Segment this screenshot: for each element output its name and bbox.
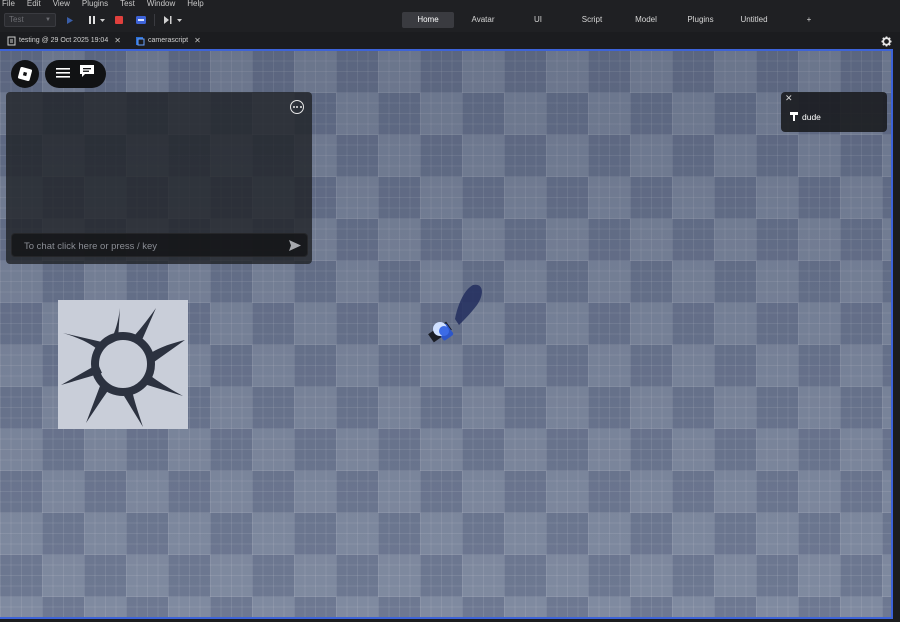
menu-edit[interactable]: Edit <box>25 0 41 8</box>
script-icon <box>136 36 145 45</box>
monitor-icon <box>136 16 146 24</box>
toolbar-divider <box>154 14 155 26</box>
step-button[interactable] <box>160 14 184 26</box>
doc-tab-script[interactable]: camerascript ✕ <box>135 34 201 47</box>
tab-plugins[interactable]: Plugins <box>672 12 729 28</box>
close-icon[interactable]: ✕ <box>194 36 201 45</box>
stop-icon <box>115 16 123 24</box>
more-options-icon[interactable] <box>290 100 304 114</box>
player-list: ✕ dude <box>781 92 887 132</box>
add-tab-button[interactable]: + <box>779 12 839 28</box>
roblox-menu-button[interactable] <box>11 60 39 88</box>
toolbar: Test ▼ Home Avatar UI Script Model Plugi… <box>0 9 900 32</box>
screen-button[interactable] <box>134 14 148 26</box>
chat-toggle-button[interactable] <box>79 64 95 84</box>
roblox-logo-icon <box>17 66 33 82</box>
menu-window[interactable]: Window <box>145 0 175 8</box>
sun-emblem-icon <box>61 308 185 427</box>
pause-button[interactable] <box>85 14 107 26</box>
step-icon <box>164 16 182 24</box>
document-tabs: testing @ 29 Oct 2025 19:04 ✕ camerascri… <box>0 32 900 48</box>
tab-script[interactable]: Script <box>564 12 620 28</box>
ribbon-tabs: Home Avatar UI Script Model Plugins Unti… <box>402 12 839 28</box>
pause-icon <box>89 16 105 24</box>
tab-untitled[interactable]: Untitled <box>729 12 779 28</box>
player-name: dude <box>802 111 821 122</box>
chat-input[interactable]: To chat click here or press / key <box>11 233 308 257</box>
player-row[interactable]: dude <box>789 111 821 122</box>
test-mode-value: Test <box>9 15 24 24</box>
tab-ui[interactable]: UI <box>512 12 564 28</box>
chat-bubble-icon <box>80 65 95 77</box>
tab-avatar[interactable]: Avatar <box>454 12 512 28</box>
doc-tab-script-label: camerascript <box>148 37 189 44</box>
tab-model[interactable]: Model <box>620 12 672 28</box>
sun-decal <box>58 300 188 429</box>
menu-plugins[interactable]: Plugins <box>80 0 108 8</box>
send-button[interactable] <box>288 239 302 257</box>
send-icon <box>289 240 301 251</box>
topbar-pill <box>45 60 106 88</box>
doc-tab-place[interactable]: testing @ 29 Oct 2025 19:04 ✕ <box>7 34 121 47</box>
menu-bar: File Edit View Plugins Test Window Help <box>0 0 900 9</box>
menu-test[interactable]: Test <box>118 0 135 8</box>
menu-view[interactable]: View <box>51 0 70 8</box>
hamburger-icon <box>55 68 70 78</box>
character-figure <box>428 284 482 343</box>
chat-window: To chat click here or press / key <box>6 92 312 264</box>
tab-home[interactable]: Home <box>402 12 454 28</box>
close-icon[interactable]: ✕ <box>114 36 121 45</box>
stop-button[interactable] <box>113 14 125 26</box>
player-character <box>425 283 490 358</box>
doc-tab-place-label: testing @ 29 Oct 2025 19:04 <box>19 37 109 44</box>
place-file-icon <box>7 36 16 45</box>
close-icon[interactable]: ✕ <box>785 93 793 104</box>
gear-icon <box>881 36 892 47</box>
play-button[interactable] <box>64 14 76 26</box>
menu-help[interactable]: Help <box>185 0 203 8</box>
premium-icon <box>790 112 798 121</box>
chat-input-placeholder: To chat click here or press / key <box>24 241 158 252</box>
test-mode-select[interactable]: Test ▼ <box>4 13 56 27</box>
hamburger-menu-button[interactable] <box>55 65 70 83</box>
play-icon <box>67 16 73 24</box>
menu-file[interactable]: File <box>0 0 15 8</box>
chevron-down-icon: ▼ <box>45 17 51 23</box>
